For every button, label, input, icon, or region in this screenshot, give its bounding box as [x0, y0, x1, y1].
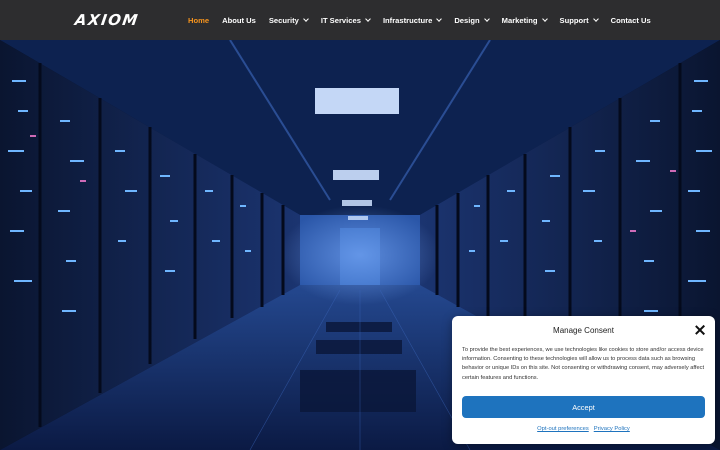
- chevron-down-icon: [483, 16, 490, 22]
- chevron-down-icon: [592, 16, 599, 22]
- nav-label: Home: [188, 15, 210, 25]
- nav-item-it-services[interactable]: IT Services: [320, 15, 371, 25]
- nav-label: IT Services: [320, 15, 361, 25]
- nav-label: About Us: [222, 15, 256, 25]
- cookie-consent-dialog: Manage Consent To provide the best exper…: [452, 316, 715, 444]
- main-nav: Home About Us Security IT Services Infra…: [188, 0, 664, 40]
- privacy-policy-link[interactable]: Privacy Policy: [594, 426, 630, 432]
- chevron-down-icon: [436, 16, 443, 22]
- consent-message: To provide the best experiences, we use …: [462, 347, 705, 381]
- chevron-down-icon: [302, 16, 309, 22]
- nav-item-infrastructure[interactable]: Infrastructure: [382, 15, 443, 25]
- opt-out-preferences-link[interactable]: Opt-out preferences: [537, 426, 589, 432]
- logo-text: AXIOM: [73, 11, 141, 29]
- nav-item-design[interactable]: Design: [454, 15, 490, 25]
- top-navbar: AXIOM Home About Us Security IT Services…: [0, 0, 720, 40]
- nav-item-support[interactable]: Support: [559, 15, 599, 25]
- chevron-down-icon: [365, 16, 371, 22]
- consent-links: Opt-out preferences Privacy Policy: [452, 426, 715, 432]
- nav-item-about-us[interactable]: About Us: [222, 16, 256, 25]
- brand-logo[interactable]: AXIOM: [73, 11, 141, 29]
- chevron-down-icon: [541, 16, 548, 22]
- nav-item-home[interactable]: Home: [188, 16, 209, 25]
- nav-label: Marketing: [501, 15, 538, 25]
- consent-title: Manage Consent: [553, 326, 614, 335]
- accept-button[interactable]: Accept: [462, 396, 705, 418]
- nav-item-contact-us[interactable]: Contact Us: [611, 16, 651, 25]
- nav-label: Contact Us: [610, 15, 651, 25]
- nav-item-marketing[interactable]: Marketing: [501, 15, 548, 25]
- nav-label: Support: [559, 15, 589, 25]
- nav-label: Infrastructure: [382, 15, 433, 25]
- nav-label: Security: [268, 15, 299, 25]
- nav-item-security[interactable]: Security: [268, 15, 309, 25]
- close-icon[interactable]: [695, 325, 705, 335]
- nav-label: Design: [454, 15, 480, 25]
